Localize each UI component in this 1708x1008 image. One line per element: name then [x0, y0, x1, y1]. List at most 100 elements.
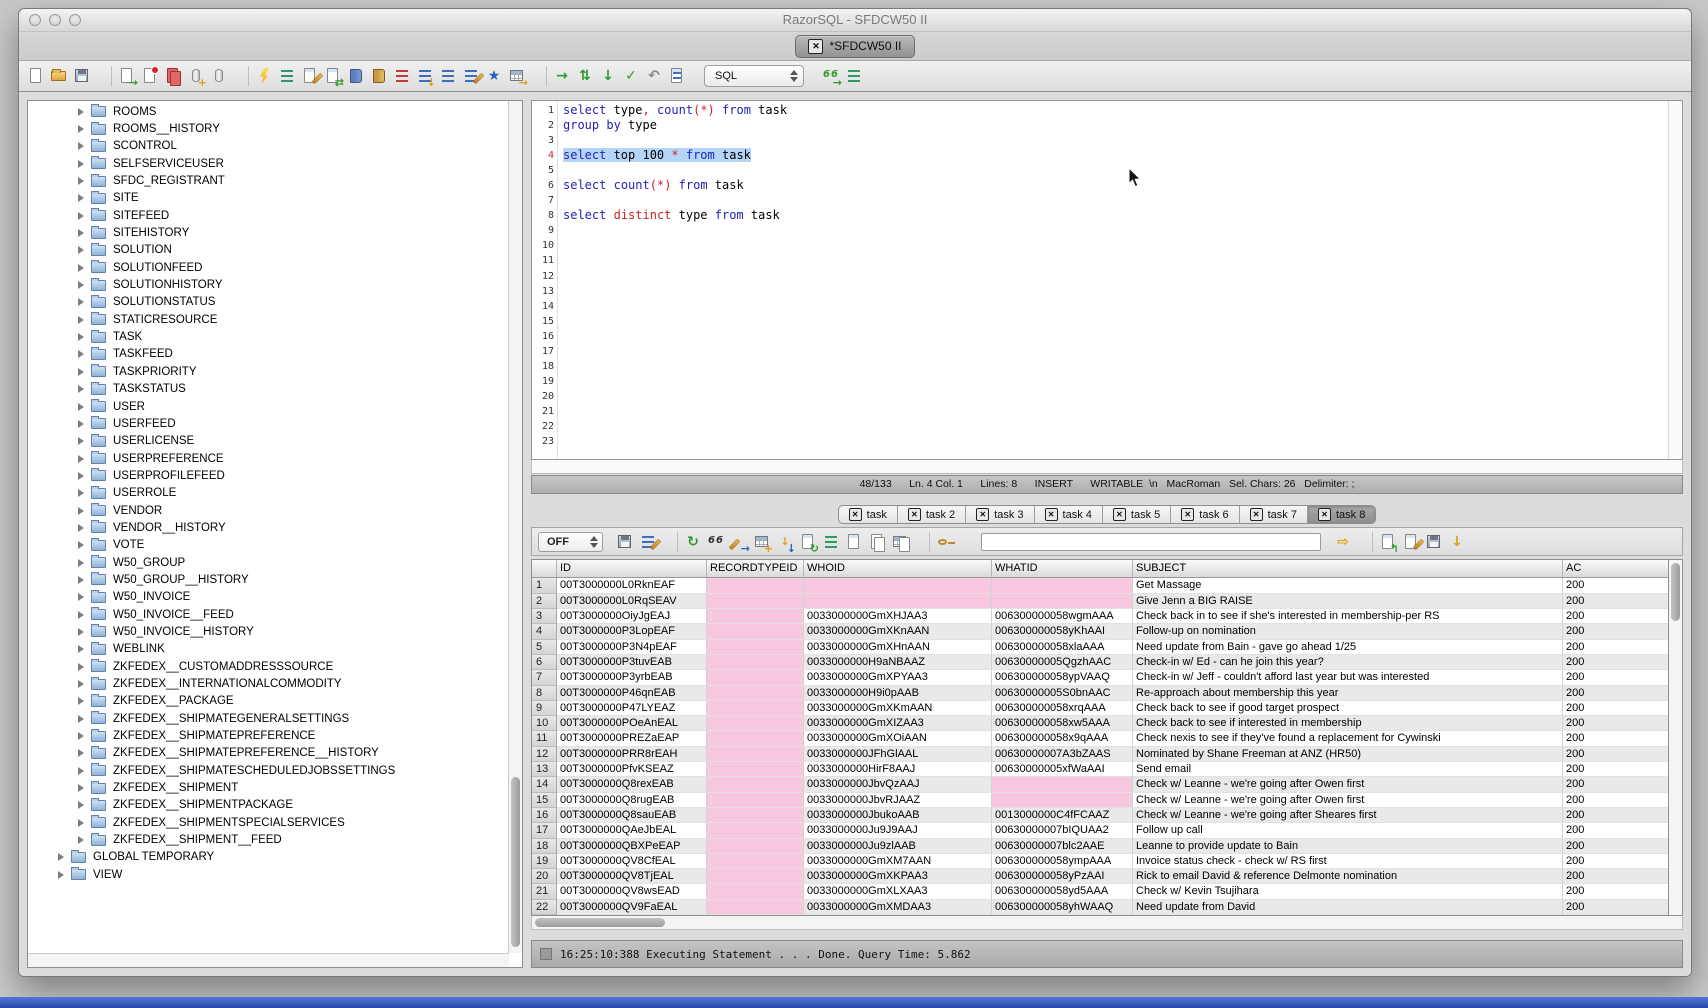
docs-book-blue-icon[interactable] [347, 67, 365, 85]
code-line[interactable]: select distinct type from task [563, 208, 1682, 223]
cell-subject[interactable]: Check w/ Leanne - we're going after Shea… [1133, 808, 1563, 823]
swap-arrows-icon[interactable]: ⇅ [576, 67, 594, 85]
check-icon[interactable]: ✓ [622, 67, 640, 85]
editor-horizontal-scrollbar[interactable] [531, 460, 1683, 474]
cell-id[interactable]: 00T3000000P3tuvEAB [557, 655, 707, 670]
disclosure-triangle-icon[interactable] [78, 160, 84, 168]
table-row[interactable]: 2100T3000000QV8wsEAD0033000000GmXLXAA300… [532, 884, 1668, 899]
disclosure-triangle-icon[interactable] [78, 385, 84, 393]
disclosure-triangle-icon[interactable] [78, 767, 84, 775]
tree-item-selfserviceuser[interactable]: SELFSERVICEUSER [30, 155, 508, 172]
cell-whoid[interactable]: 0033000000JbvQzAAJ [804, 777, 992, 792]
tree-item-w50-invoice-history[interactable]: W50_INVOICE__HISTORY [30, 623, 508, 640]
code-line[interactable] [563, 359, 1682, 374]
result-tab-task-5[interactable]: ✕task 5 [1103, 506, 1171, 523]
cell-recordtypeid[interactable] [707, 609, 804, 624]
code-line[interactable]: select count(*) from task [563, 178, 1682, 193]
table-row[interactable]: 1300T3000000PfvKSEAZ0033000000HirF8AAJ00… [532, 762, 1668, 777]
cell-ac[interactable]: 200 [1563, 670, 1669, 685]
disclosure-triangle-icon[interactable] [78, 576, 84, 584]
table-row[interactable]: 1200T3000000PRR8rEAH0033000000JFhGlAAL00… [532, 747, 1668, 762]
disclosure-triangle-icon[interactable] [78, 142, 84, 150]
edit-cell-icon[interactable]: → [730, 533, 748, 551]
table-row[interactable]: 1400T3000000Q8rexEAB0033000000JbvQzAAJCh… [532, 777, 1668, 792]
tree-item-user[interactable]: USER [30, 398, 508, 415]
column-header-SUBJECT[interactable]: SUBJECT [1133, 560, 1563, 577]
refresh-results-icon[interactable]: ↻ [684, 533, 702, 551]
cell-id[interactable]: 00T3000000L0RqSEAV [557, 594, 707, 609]
disclosure-triangle-icon[interactable] [78, 281, 84, 289]
cell-subject[interactable]: Check w/ Kevin Tsujihara [1133, 884, 1563, 899]
code-line[interactable] [563, 133, 1682, 148]
cell-subject[interactable]: Send email [1133, 762, 1563, 777]
cell-subject[interactable]: Leanne to provide update to Bain [1133, 839, 1563, 854]
disclosure-triangle-icon[interactable] [78, 559, 84, 567]
cell-ac[interactable]: 200 [1563, 762, 1669, 777]
cell-whatid[interactable]: 00630000005QgzhAAC [992, 655, 1133, 670]
table-row[interactable]: 2200T3000000QV9FaEAL0033000000GmXMDAA300… [532, 900, 1668, 915]
table-row[interactable]: 300T3000000OiyJgEAJ0033000000GmXHJAA3006… [532, 609, 1668, 624]
close-result-tab-icon[interactable]: ✕ [908, 508, 921, 521]
code-line[interactable] [563, 404, 1682, 419]
cell-whatid[interactable]: 00630000005S0bnAAC [992, 686, 1133, 701]
cell-subject[interactable]: Check w/ Leanne - we're going after Owen… [1133, 777, 1563, 792]
cell-ac[interactable]: 200 [1563, 624, 1669, 639]
disclosure-triangle-icon[interactable] [78, 715, 84, 723]
cell-recordtypeid[interactable] [707, 670, 804, 685]
table-refresh-icon[interactable]: ↻ [799, 533, 817, 551]
cell-ac[interactable]: 200 [1563, 731, 1669, 746]
disclosure-triangle-icon[interactable] [78, 316, 84, 324]
tree-item-zkfedex-shipmatepreference-history[interactable]: ZKFEDEX__SHIPMATEPREFERENCE__HISTORY [30, 745, 508, 762]
tree-item-userrole[interactable]: USERROLE [30, 485, 508, 502]
tree-horizontal-scrollbar[interactable] [28, 953, 509, 967]
export-table-icon[interactable] [141, 67, 159, 85]
refresh-documents-icon[interactable]: ⇄ [324, 67, 342, 85]
disclosure-triangle-icon[interactable] [78, 420, 84, 428]
cell-whatid[interactable]: 006300000058xlaAAA [992, 640, 1133, 655]
cell-ac[interactable]: 200 [1563, 716, 1669, 731]
result-tab-task-7[interactable]: ✕task 7 [1240, 506, 1308, 523]
key-icon[interactable] [936, 533, 954, 551]
column-list-icon[interactable] [822, 533, 840, 551]
forward-arrow-icon[interactable]: → [553, 67, 571, 85]
cell-whatid[interactable]: 00630000007A3bZAAS [992, 747, 1133, 762]
disclosure-triangle-icon[interactable] [78, 403, 84, 411]
tree-view-icon[interactable]: + [753, 533, 771, 551]
code-line[interactable] [563, 193, 1682, 208]
cell-num[interactable]: 10 [532, 716, 557, 731]
result-tab-task[interactable]: ✕task [839, 506, 898, 523]
close-document-icon[interactable]: ✕ [808, 39, 823, 54]
cell-whoid[interactable]: 0033000000H9aNBAAZ [804, 655, 992, 670]
cell-whatid[interactable]: 006300000058yKhAAI [992, 624, 1133, 639]
export-table-results-icon[interactable]: ↰ [1379, 533, 1397, 551]
cell-ac[interactable]: 200 [1563, 747, 1669, 762]
disclosure-triangle-icon[interactable] [78, 368, 84, 376]
form-view-icon[interactable] [845, 533, 863, 551]
tree-item-zkfedex-shipmatescheduledjobssettings[interactable]: ZKFEDEX__SHIPMATESCHEDULEDJOBSSETTINGS [30, 762, 508, 779]
cell-recordtypeid[interactable] [707, 594, 804, 609]
results-search-input[interactable] [981, 533, 1321, 551]
table-export-icon[interactable]: → [508, 67, 526, 85]
disclosure-triangle-icon[interactable] [78, 246, 84, 254]
execute-lightning-icon[interactable] [255, 67, 273, 85]
disclosure-triangle-icon[interactable] [78, 489, 84, 497]
disclosure-triangle-icon[interactable] [78, 541, 84, 549]
tree-vertical-scrollbar[interactable] [508, 101, 522, 953]
tree-item-w50-invoice-feed[interactable]: W50_INVOICE__FEED [30, 606, 508, 623]
tree-vscroll-thumb[interactable] [511, 777, 520, 947]
disclosure-triangle-icon[interactable] [78, 784, 84, 792]
tree-item-staticresource[interactable]: STATICRESOURCE [30, 311, 508, 328]
disclosure-triangle-icon[interactable] [78, 194, 84, 202]
tree-item-vote[interactable]: VOTE [30, 537, 508, 554]
column-header-WHOID[interactable]: WHOID [804, 560, 992, 577]
disclosure-triangle-icon[interactable] [78, 177, 84, 185]
code-line[interactable] [563, 329, 1682, 344]
cell-num[interactable]: 21 [532, 884, 557, 899]
column-header-WHATID[interactable]: WHATID [992, 560, 1133, 577]
cell-whatid[interactable]: 006300000058xw5AAA [992, 716, 1133, 731]
disclosure-triangle-icon[interactable] [78, 680, 84, 688]
download-arrow-icon[interactable]: ↓ [599, 67, 617, 85]
cell-ac[interactable]: 200 [1563, 900, 1669, 915]
tree-item-userlicense[interactable]: USERLICENSE [30, 433, 508, 450]
tree-item-zkfedex-shipmentpackage[interactable]: ZKFEDEX__SHIPMENTPACKAGE [30, 797, 508, 814]
